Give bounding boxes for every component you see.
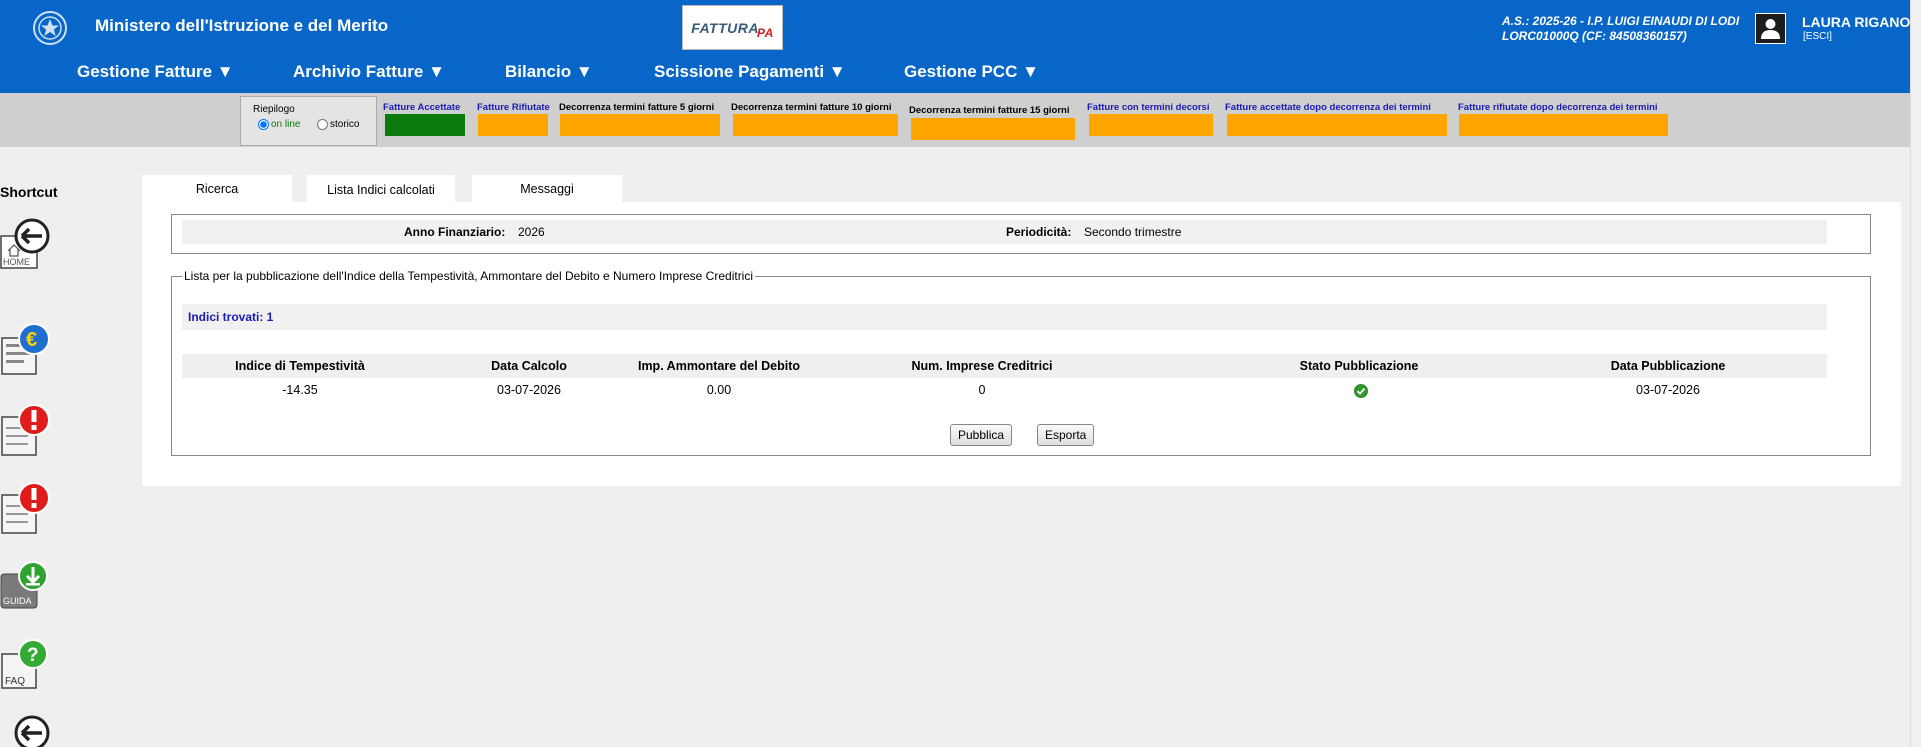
status-box-termini-decorsi[interactable]	[1089, 114, 1213, 136]
anno-finanziario-value: 2026	[518, 225, 545, 239]
status-label-rifiutate-dopo[interactable]: Fatture rifiutate dopo decorrenza dei te…	[1458, 102, 1658, 113]
faq-help-icon[interactable]: FAQ ?	[0, 638, 52, 694]
results-fieldset: Lista per la pubblicazione dell'Indice d…	[171, 269, 1871, 456]
found-count-bar: Indici trovati: 1	[182, 304, 1827, 330]
school-info: A.S.: 2025-26 - I.P. LUIGI EINAUDI DI LO…	[1502, 14, 1739, 44]
menu-archivio-fatture[interactable]: Archivio Fatture ▼	[293, 62, 445, 82]
menu-bilancio[interactable]: Bilancio ▼	[505, 62, 593, 82]
cell-indice: -14.35	[282, 383, 318, 397]
online-radio[interactable]: on line	[258, 119, 300, 130]
svg-text:HOME: HOME	[3, 257, 30, 267]
back-arrow-icon[interactable]	[0, 714, 52, 747]
pubblica-button[interactable]: Pubblica	[950, 424, 1013, 446]
svg-text:€: €	[26, 329, 37, 351]
cell-num-imprese: 0	[978, 383, 986, 397]
school-year-name: A.S.: 2025-26 - I.P. LUIGI EINAUDI DI LO…	[1502, 14, 1740, 28]
tab-lista-indici-calcolati[interactable]: Lista Indici calcolati	[307, 175, 455, 205]
alert-document-icon[interactable]	[0, 403, 52, 459]
status-box-15-giorni[interactable]	[911, 118, 1075, 140]
italian-republic-emblem-icon	[33, 11, 67, 45]
anno-finanziario-label: Anno Finanziario:	[404, 225, 506, 239]
status-box-accettate-dopo[interactable]	[1227, 114, 1447, 136]
school-code: LORC01000Q (CF: 84508360157)	[1502, 29, 1687, 43]
riepilogo-title: Riepilogo	[253, 104, 295, 115]
status-label-termini-decorsi[interactable]: Fatture con termini decorsi	[1087, 102, 1209, 113]
status-box-5-giorni[interactable]	[560, 114, 720, 136]
esporta-button[interactable]: Esporta	[1037, 424, 1095, 446]
svg-text:FAQ: FAQ	[5, 676, 25, 687]
user-name: LAURA RIGANO'	[1802, 14, 1914, 30]
fatturapa-logo: FATTURA PA	[682, 5, 783, 50]
column-header-indice: Indice di Tempestività	[235, 359, 365, 373]
riepilogo-box: Riepilogo on line storico	[240, 96, 377, 146]
periodicita-value: Secondo trimestre	[1084, 225, 1182, 239]
status-label-accettate[interactable]: Fatture Accettate	[383, 102, 460, 113]
ministry-title: Ministero dell'Istruzione e del Merito	[95, 16, 389, 35]
column-header-data-calcolo: Data Calcolo	[491, 359, 567, 373]
column-header-importo: Imp. Ammontare del Debito	[637, 359, 801, 373]
table-row: -14.35 03-07-2026 0.00 0 03-07-2026	[182, 378, 1827, 402]
svg-text:GUIDA: GUIDA	[3, 596, 32, 606]
menu-scissione-pagamenti[interactable]: Scissione Pagamenti ▼	[654, 62, 846, 82]
cell-data-pubblicazione: 03-07-2026	[1636, 383, 1700, 397]
storico-radio-input[interactable]	[317, 119, 328, 130]
cell-data-calcolo: 03-07-2026	[497, 383, 561, 397]
periodicita-label: Periodicità:	[1006, 225, 1072, 239]
status-label-accettate-dopo[interactable]: Fatture accettate dopo decorrenza dei te…	[1225, 102, 1431, 113]
svg-text:?: ?	[27, 645, 39, 666]
storico-radio[interactable]: storico	[317, 119, 359, 130]
filter-summary-inner: Anno Finanziario: 2026 Periodicità: Seco…	[182, 220, 1827, 244]
top-header: Ministero dell'Istruzione e del Merito F…	[0, 0, 1921, 93]
cell-importo: 0.00	[706, 383, 732, 397]
status-label-5-giorni[interactable]: Decorrenza termini fatture 5 giorni	[559, 102, 714, 113]
status-box-rifiutate[interactable]	[478, 114, 548, 136]
column-header-data-pubblicazione: Data Pubblicazione	[1610, 359, 1726, 373]
tab-messaggi[interactable]: Messaggi	[472, 175, 622, 203]
column-header-num-imprese: Num. Imprese Creditrici	[911, 359, 1053, 373]
vertical-scrollbar[interactable]	[1910, 0, 1921, 747]
table-header-row: Indice di Tempestività Data Calcolo Imp.…	[182, 354, 1827, 378]
user-silhouette-icon	[1761, 19, 1780, 39]
filter-summary: Anno Finanziario: 2026 Periodicità: Seco…	[171, 214, 1871, 254]
menu-gestione-pcc[interactable]: Gestione PCC ▼	[904, 62, 1039, 82]
euro-document-icon[interactable]: €	[0, 322, 52, 378]
status-box-accettate[interactable]	[385, 114, 465, 136]
results-legend: Lista per la pubblicazione dell'Indice d…	[182, 269, 756, 283]
status-box-rifiutate-dopo[interactable]	[1459, 114, 1668, 136]
status-label-10-giorni[interactable]: Decorrenza termini fatture 10 giorni	[731, 102, 891, 113]
found-count: Indici trovati: 1	[188, 310, 274, 324]
online-radio-input[interactable]	[258, 119, 269, 130]
status-label-rifiutate[interactable]: Fatture Rifiutate	[477, 102, 550, 113]
alert-document-icon[interactable]	[0, 481, 52, 537]
download-guide-icon[interactable]: GUIDA	[0, 560, 52, 616]
tab-ricerca[interactable]: Ricerca	[142, 175, 292, 203]
status-box-10-giorni[interactable]	[733, 114, 898, 136]
shortcut-title: Shortcut	[0, 184, 58, 200]
published-check-icon	[1354, 383, 1368, 398]
logout-link[interactable]: [ESCI]	[1803, 31, 1832, 42]
user-avatar-icon[interactable]	[1755, 13, 1786, 44]
menu-gestione-fatture[interactable]: Gestione Fatture ▼	[77, 62, 234, 82]
status-label-15-giorni[interactable]: Decorrenza termini fatture 15 giorni	[909, 105, 1069, 116]
cell-stato	[1261, 383, 1461, 398]
home-shortcut-icon[interactable]: HOME	[0, 218, 52, 274]
